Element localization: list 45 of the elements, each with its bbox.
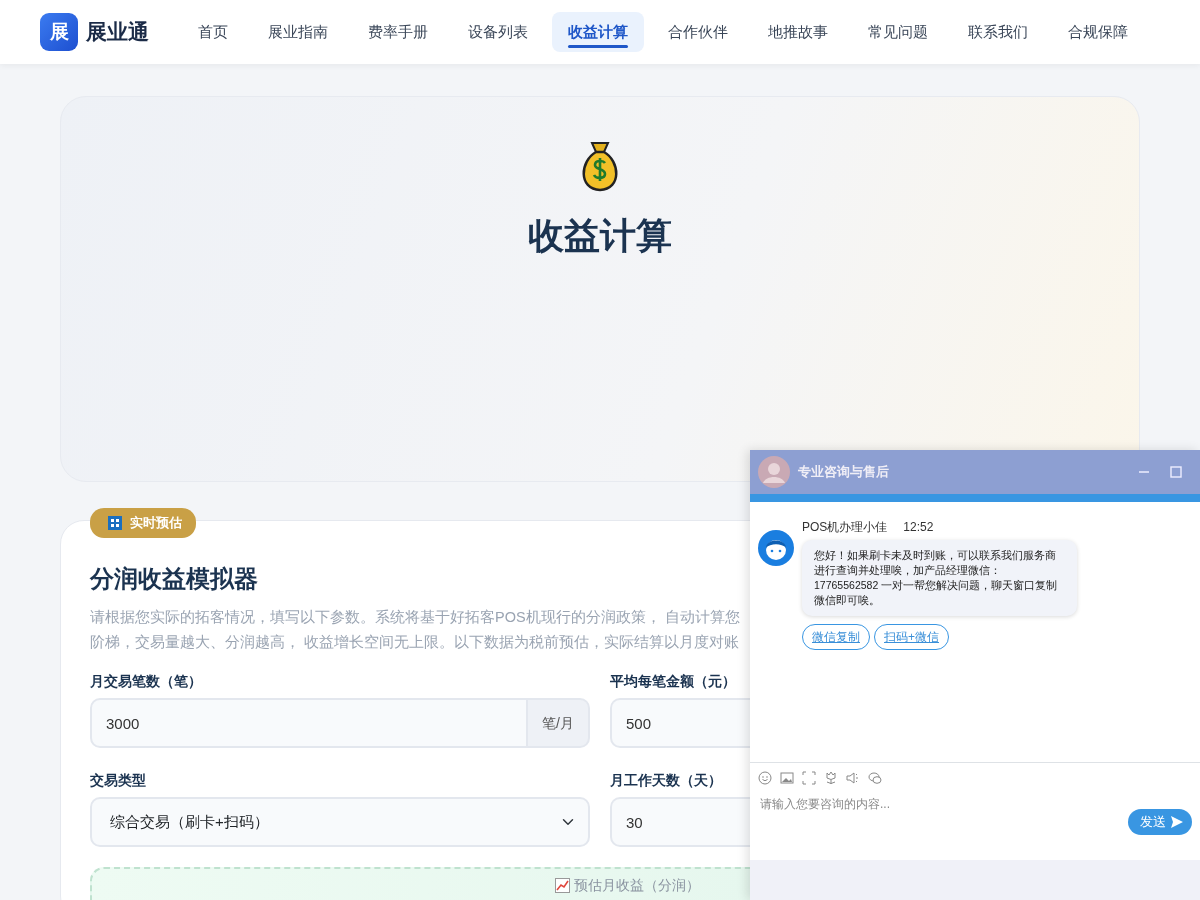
send-icon	[1170, 814, 1184, 829]
speaker-icon[interactable]	[846, 771, 860, 785]
badge-label: 实时预估	[130, 514, 182, 532]
nav-link[interactable]: 联系我们	[952, 11, 1044, 53]
field-label: 月交易笔数（笔）	[90, 672, 203, 691]
nav-link[interactable]: 合作伙伴	[652, 11, 744, 53]
nav-link[interactable]: 常见问题	[852, 11, 944, 53]
message-time: 12:52	[903, 519, 934, 536]
number-field[interactable]: 30	[610, 797, 751, 847]
agent-name: POS机办理小佳	[802, 519, 888, 536]
unit-label: 笔/月	[528, 698, 590, 748]
card-title: 分润收益模拟器	[90, 564, 259, 594]
nav-link[interactable]: 合规保障	[1052, 11, 1144, 53]
chat-action-link[interactable]: 微信复制	[802, 624, 870, 650]
screenshot-icon[interactable]	[802, 771, 816, 785]
field-label: 月工作天数（天）	[610, 771, 723, 790]
nav-link[interactable]: 展业指南	[252, 11, 344, 53]
nav-link[interactable]: 首页	[182, 11, 244, 53]
nav-link[interactable]: 设备列表	[452, 11, 544, 53]
emoji-icon[interactable]	[758, 771, 772, 785]
page-title: 收益计算	[528, 214, 672, 258]
nav-link[interactable]: 地推故事	[752, 11, 844, 53]
maximize-icon[interactable]	[1170, 466, 1182, 478]
chat-action-link[interactable]: 扫码+微信	[874, 624, 949, 650]
field-label: 平均每笔金额（元）	[610, 672, 737, 691]
description-line: 阶梯，交易量越大、分润越高， 收益增长空间无上限。以下数据为税前预估，实际结算以月度对账	[90, 633, 741, 652]
chart-icon	[555, 878, 570, 893]
result-label: 预估月收益（分润）	[574, 876, 700, 895]
description-line: 请根据您实际的拓客情况，填写以下参数。系统将基于好拓客POS机现行的分润政策， 自动计算您	[90, 608, 741, 627]
chat-bubbles-icon[interactable]	[868, 771, 882, 785]
agent-avatar-icon	[758, 530, 794, 566]
logo-icon[interactable]: 展	[40, 13, 78, 51]
nav-link[interactable]: 费率手册	[352, 11, 444, 53]
type-select[interactable]: 综合交易（刷卡+扫码）	[90, 797, 590, 847]
chat-title: 专业咨询与售后	[798, 463, 889, 482]
nav-link[interactable]: 收益计算	[552, 11, 644, 53]
brand-name[interactable]: 展业通	[86, 16, 149, 48]
number-field[interactable]: 3000	[90, 698, 529, 748]
tulip-icon[interactable]	[824, 771, 838, 785]
avatar-icon	[758, 456, 790, 488]
message-bubble: 您好！如果刷卡未及时到账，可以联系我们服务商进行查询并处理唉，加产品经理微信：17765562582 一对一帮您解决问题，聊天窗口复制微信即可唉。	[802, 540, 1077, 616]
number-field[interactable]: 500	[610, 698, 751, 748]
calculator-icon	[108, 515, 122, 530]
image-icon[interactable]	[780, 771, 794, 785]
field-label: 交易类型	[90, 771, 147, 790]
